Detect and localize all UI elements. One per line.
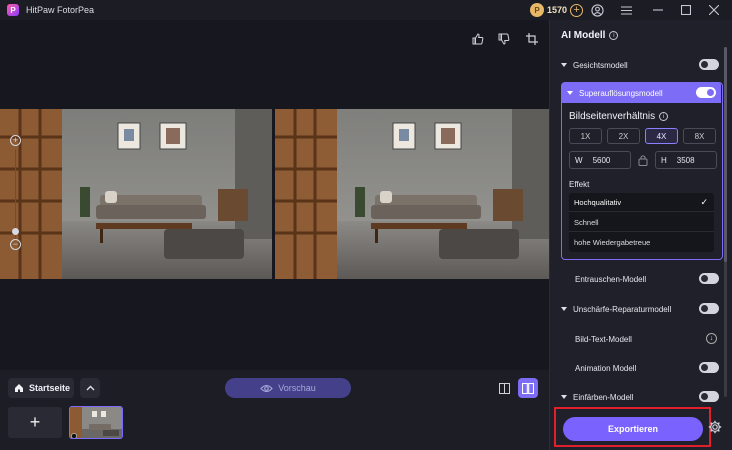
credits-display[interactable]: P 1570 + [530, 2, 584, 18]
export-button[interactable]: Exportieren [563, 417, 703, 441]
zoom-slider-thumb[interactable] [12, 228, 19, 235]
app-title: HitPaw FotorPea [26, 5, 95, 15]
width-field[interactable]: W 5600 [569, 151, 631, 169]
title-bar: P HitPaw FotorPea P 1570 + [0, 0, 732, 20]
image-viewer: + − [0, 20, 549, 370]
height-field[interactable]: H 3508 [655, 151, 717, 169]
denoise-model-toggle[interactable] [699, 273, 719, 284]
effect-list: Hochqualitativ ✓ Schnell hohe Wiedergabe… [569, 193, 714, 252]
credit-count: 1570 [547, 5, 568, 15]
expand-caret-icon [561, 307, 567, 311]
model-row-face[interactable]: Gesichtsmodell [561, 57, 721, 73]
expand-caret-icon [561, 63, 567, 67]
gear-icon[interactable] [708, 420, 722, 434]
maximize-icon[interactable] [679, 3, 693, 17]
checkmark-icon: ✓ [700, 197, 708, 207]
panel-title: AI Modell i [561, 30, 619, 41]
split-view-icon [522, 382, 534, 394]
single-view-icon [498, 382, 510, 394]
ratio-title: Bildseitenverhältnis i [569, 111, 669, 122]
chevron-up-icon [86, 385, 94, 391]
model-row-super[interactable]: Superauflösungsmodell [562, 83, 721, 103]
eye-icon [260, 384, 273, 392]
export-highlight: Exportieren [554, 407, 711, 447]
face-model-toggle[interactable] [699, 59, 719, 70]
blur-model-toggle[interactable] [699, 303, 719, 314]
thumbs-down-icon[interactable] [497, 32, 511, 46]
ratio-info-icon[interactable]: i [659, 112, 669, 121]
zoom-in-icon[interactable]: + [10, 135, 21, 146]
app-logo-icon: P [7, 4, 19, 16]
crop-icon[interactable] [525, 32, 539, 46]
model-row-animation[interactable]: Animation Modell [561, 360, 721, 376]
effect-option-fidelity[interactable]: hohe Wiedergabetreue [569, 233, 714, 252]
panel-scrollbar[interactable] [724, 47, 727, 397]
image-thumbnail[interactable] [69, 406, 123, 439]
super-model-toggle[interactable] [696, 87, 716, 98]
colorize-model-toggle[interactable] [699, 391, 719, 402]
single-view-button[interactable] [494, 378, 514, 398]
preview-button[interactable]: Vorschau [225, 378, 351, 398]
super-resolution-section: Superauflösungsmodell Bildseitenverhältn… [561, 82, 723, 260]
enhanced-image [275, 109, 549, 279]
coin-icon: P [530, 3, 544, 17]
preview-label: Vorschau [278, 383, 316, 393]
minimize-icon[interactable] [651, 3, 665, 17]
effect-label: Effekt [569, 180, 590, 189]
animation-model-toggle[interactable] [699, 362, 719, 373]
scale-8x-button[interactable]: 8X [683, 128, 716, 144]
model-row-denoise[interactable]: Entrauschen-Modell [561, 271, 721, 287]
model-row-blur[interactable]: Unschärfe-Reparaturmodell [561, 301, 721, 317]
home-label: Startseite [29, 383, 71, 393]
thumbs-up-icon[interactable] [471, 32, 485, 46]
expand-caret-icon [561, 395, 567, 399]
scale-4x-button[interactable]: 4X [645, 128, 678, 144]
home-button[interactable]: Startseite [8, 378, 74, 398]
home-icon [15, 384, 23, 392]
info-icon[interactable]: i [609, 31, 619, 40]
ai-model-panel: AI Modell i Gesichtsmodell Superauflösun… [549, 20, 732, 450]
model-row-colorize[interactable]: Einfärben-Modell [561, 389, 721, 405]
model-row-image-text[interactable]: Bild-Text-Modell ↓ [561, 331, 721, 347]
collapse-button[interactable] [80, 378, 100, 398]
lock-icon[interactable] [638, 154, 648, 166]
download-icon[interactable]: ↓ [706, 333, 717, 344]
collapse-caret-icon [567, 91, 573, 95]
effect-option-quality[interactable]: Hochqualitativ ✓ [569, 193, 714, 212]
user-account-icon[interactable] [590, 3, 604, 17]
scale-1x-button[interactable]: 1X [569, 128, 602, 144]
close-icon[interactable] [707, 3, 721, 17]
zoom-out-icon[interactable]: − [10, 239, 21, 250]
original-image [0, 109, 272, 279]
split-view-button[interactable] [518, 378, 538, 398]
zoom-slider-track[interactable] [15, 149, 16, 239]
scale-2x-button[interactable]: 2X [607, 128, 640, 144]
bottom-bar: Startseite Vorschau + [0, 370, 549, 450]
add-image-button[interactable]: + [8, 407, 62, 438]
effect-option-fast[interactable]: Schnell [569, 213, 714, 232]
menu-icon[interactable] [619, 3, 633, 17]
add-credits-icon[interactable]: + [570, 3, 584, 17]
zoom-control: + − [10, 135, 22, 250]
